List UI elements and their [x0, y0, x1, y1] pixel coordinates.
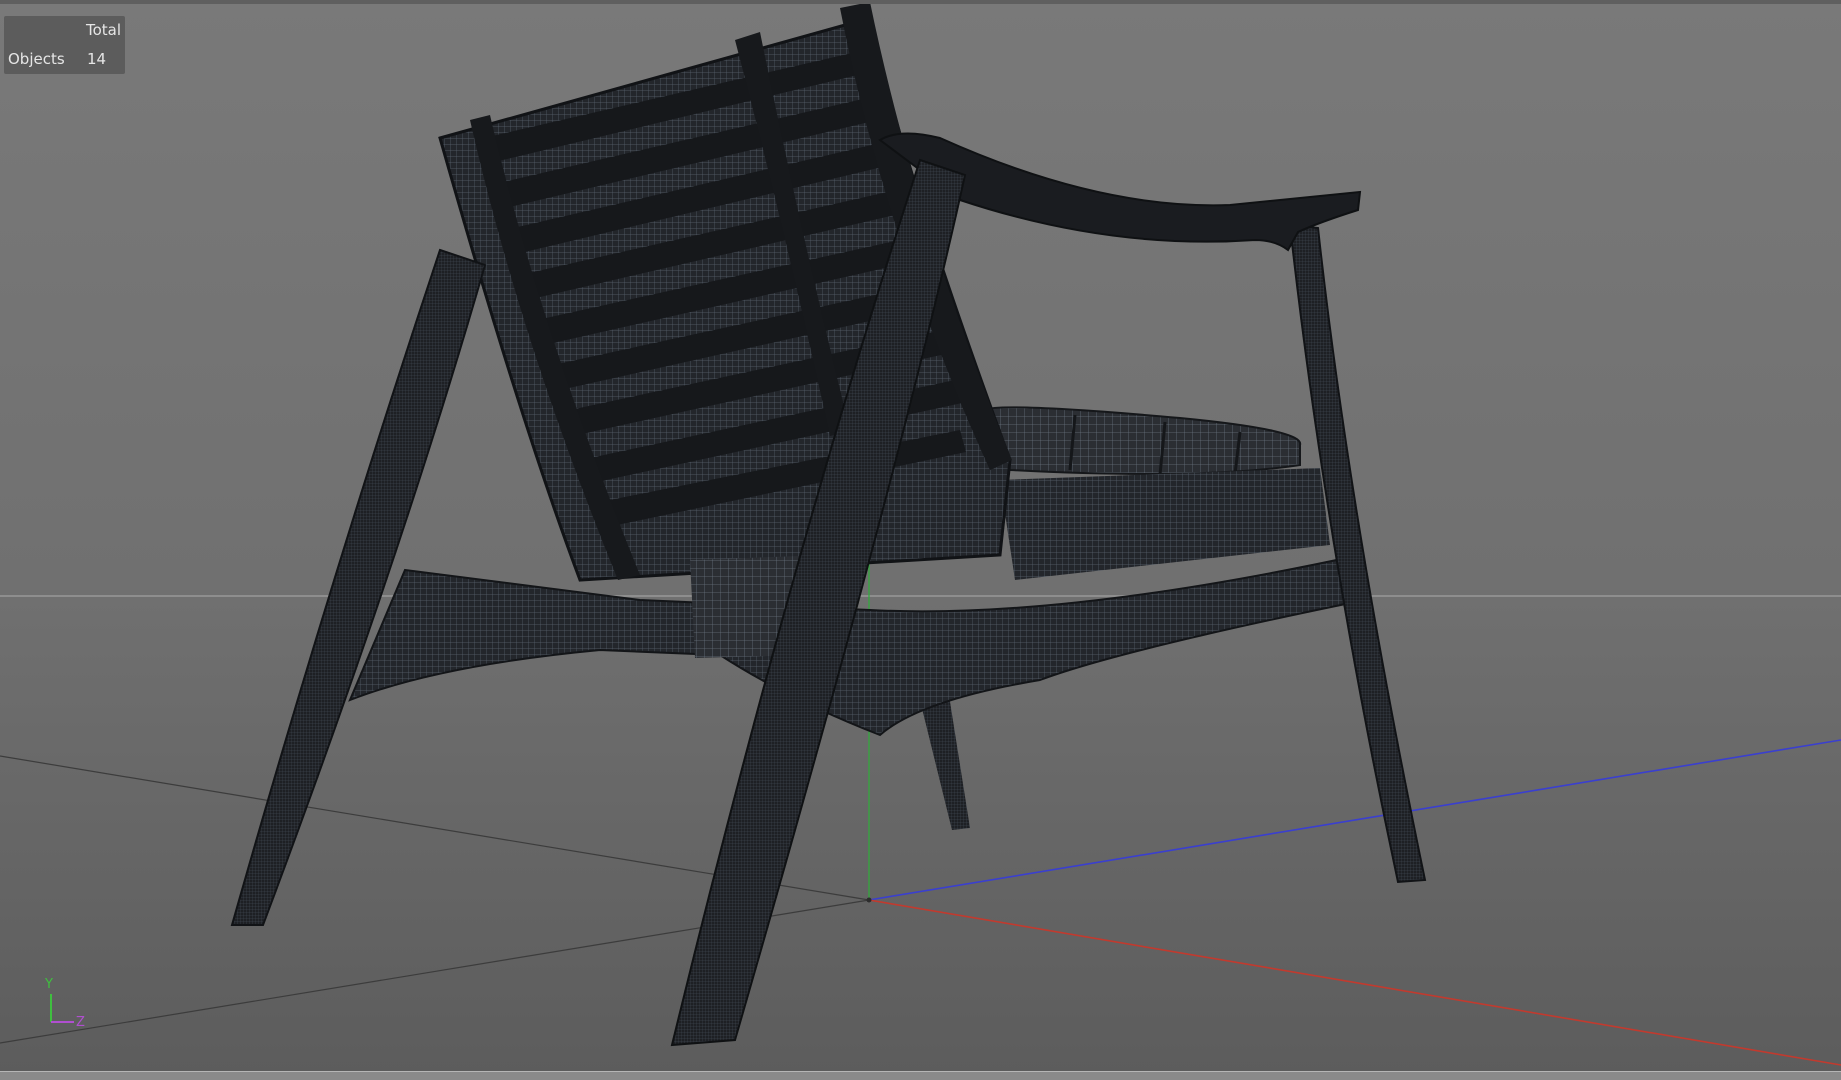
hud-objects-label: Objects: [8, 50, 65, 68]
viewport-top-border: [0, 0, 1841, 4]
gizmo-z-label: Z: [76, 1015, 85, 1030]
viewport-bottom-border: [0, 1071, 1841, 1080]
gizmo-y-label: Y: [45, 977, 53, 992]
scene-info-hud: Total Objects 14: [4, 16, 125, 74]
3d-viewport[interactable]: Total Objects 14 Y Z: [0, 0, 1841, 1080]
world-origin-dot: [866, 897, 872, 903]
hud-total-header: Total: [86, 21, 122, 39]
viewport-scene[interactable]: [0, 0, 1841, 1080]
hud-objects-count: 14: [87, 50, 107, 68]
